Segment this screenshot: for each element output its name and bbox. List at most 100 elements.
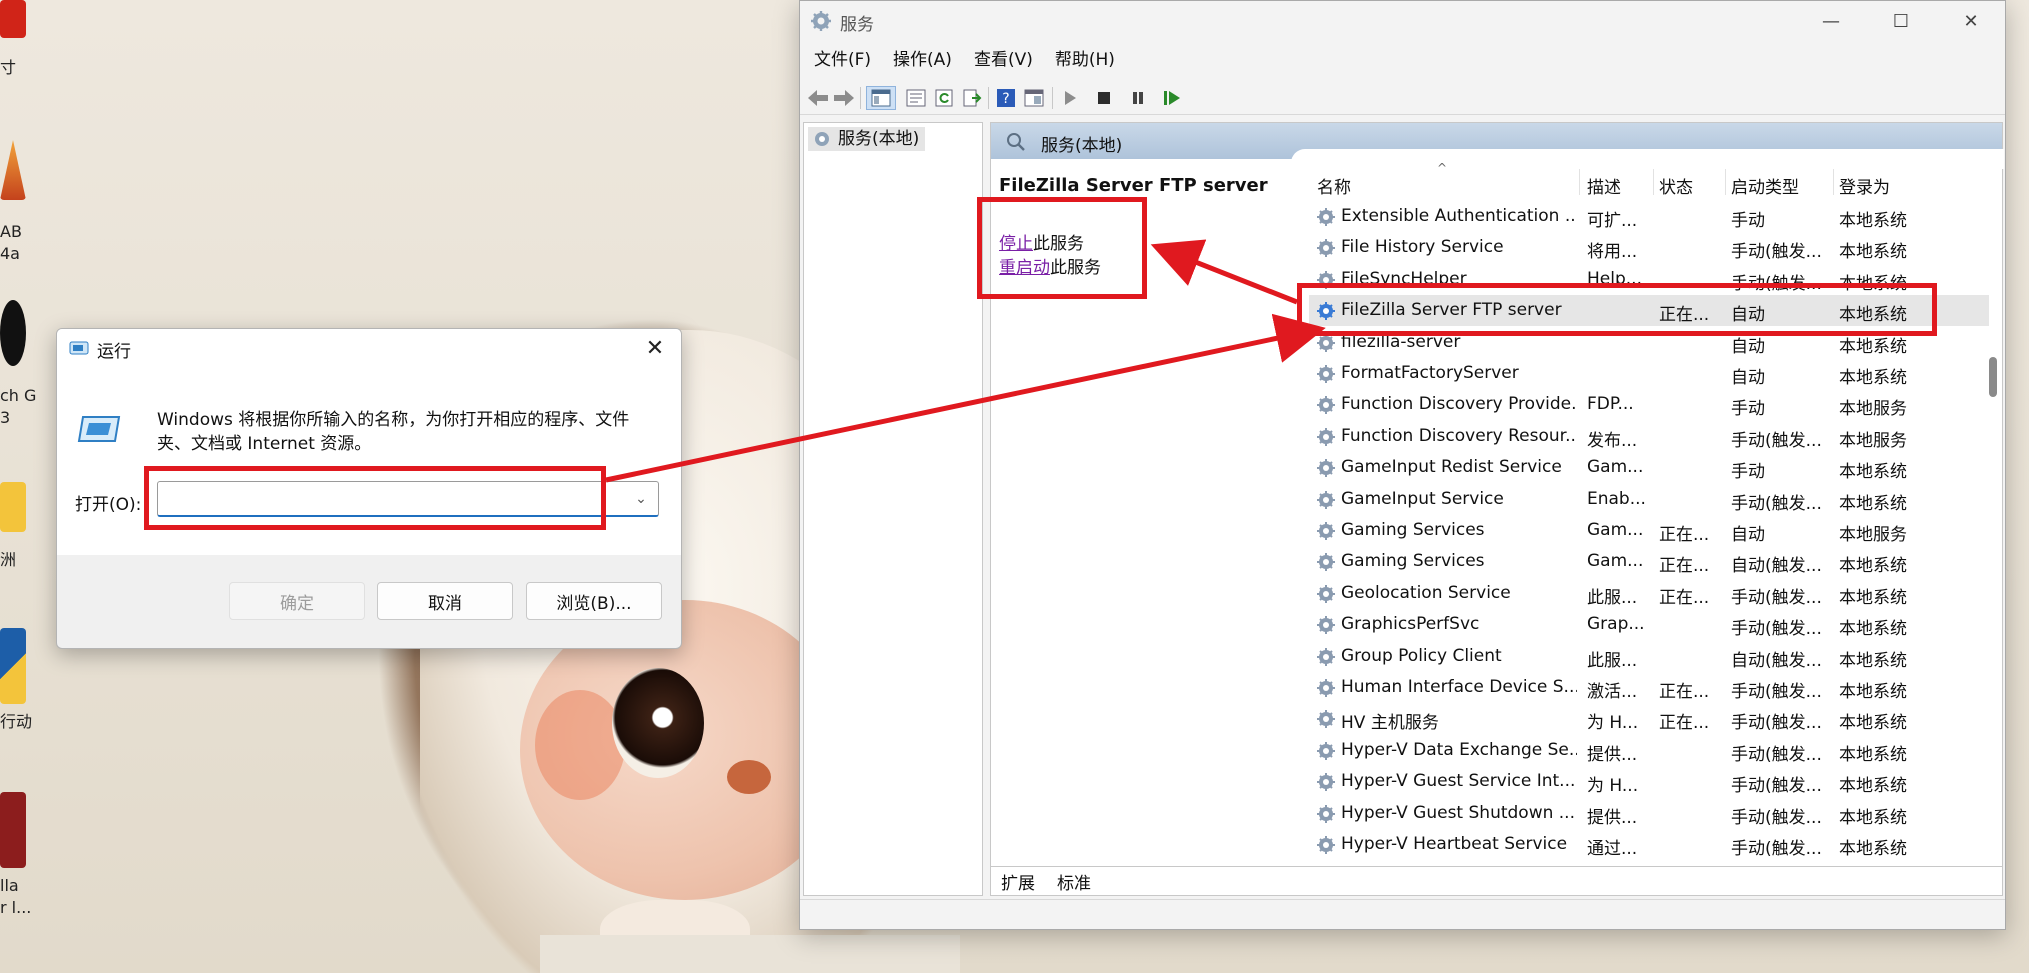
table-row[interactable]: GameInput Redist Service Gam... 手动 本地系统 — [1309, 452, 1989, 483]
forward-arrow-icon[interactable] — [832, 86, 856, 110]
browse-button[interactable]: 浏览(B)... — [526, 582, 662, 620]
table-row[interactable]: Extensible Authentication ... 可扩... 手动 本地系统 — [1309, 201, 1989, 232]
menu-view[interactable]: 查看(V) — [974, 45, 1033, 75]
table-row[interactable]: GameInput Service Enab... 手动(触发... 本地系统 — [1309, 484, 1989, 515]
table-row[interactable]: FormatFactoryServer 自动 本地系统 — [1309, 358, 1989, 389]
table-row[interactable]: File History Service 将用... 手动(触发... 本地系统 — [1309, 232, 1989, 263]
service-gear-icon — [1317, 553, 1335, 571]
services-titlebar[interactable]: 服务 — ☐ ✕ — [800, 1, 2005, 41]
console-tree-pane: 服务(本地) — [803, 122, 983, 896]
folder-icon[interactable] — [0, 482, 26, 532]
table-row[interactable]: Human Interface Device S... 激活... 正在... 手动(… — [1309, 672, 1989, 703]
table-row[interactable]: filezilla-server 自动 本地系统 — [1309, 327, 1989, 358]
stop-service-icon[interactable] — [1092, 86, 1116, 110]
table-row[interactable]: Function Discovery Resour... 发布... 手动(触发..… — [1309, 421, 1989, 452]
service-gear-icon — [1317, 334, 1335, 352]
restart-service-icon[interactable] — [1160, 86, 1184, 110]
scrollbar-thumb[interactable] — [1989, 357, 1997, 397]
service-gear-icon — [1317, 428, 1335, 446]
tree-item-services-local[interactable]: 服务(本地) — [808, 127, 926, 151]
run-command-input[interactable] — [157, 481, 659, 517]
service-startup-type: 自动 — [1731, 368, 1765, 388]
restart-service-link[interactable]: 重启动 — [999, 258, 1050, 278]
service-name: Geolocation Service — [1341, 583, 1511, 603]
table-row[interactable]: Hyper-V Guest Service Int... 为 H... 手动(触发.… — [1309, 766, 1989, 797]
table-row[interactable]: GraphicsPerfSvc Grap... 手动(触发... 本地系统 — [1309, 609, 1989, 640]
service-logon-as: 本地系统 — [1839, 211, 1907, 231]
tab-standard[interactable]: 标准 — [1057, 869, 1091, 894]
menu-help[interactable]: 帮助(H) — [1055, 45, 1115, 75]
table-row[interactable]: FileZilla Server FTP server 正在... 自动 本地系统 — [1309, 295, 1989, 326]
tab-extended[interactable]: 扩展 — [1001, 869, 1035, 894]
selected-service-name: FileZilla Server FTP server — [999, 175, 1268, 196]
desktop-icon-label: lla — [0, 876, 19, 895]
service-name: GameInput Redist Service — [1341, 457, 1562, 477]
start-service-icon[interactable] — [1058, 86, 1082, 110]
desktop-app-icon[interactable] — [0, 0, 26, 38]
column-header-description[interactable]: 描述 — [1587, 173, 1621, 198]
column-separator[interactable] — [1833, 169, 1834, 195]
table-row[interactable]: HV 主机服务 为 H... 正在... 手动(触发... 本地系统 — [1309, 703, 1989, 734]
run-dialog-content: 运行 ✕ Windows 将根据你所输入的名称，为你打开相应的程序、文件 夹、文… — [57, 329, 681, 555]
column-separator[interactable] — [1653, 169, 1654, 195]
export-list-icon[interactable] — [960, 86, 984, 110]
column-header-status[interactable]: 状态 — [1659, 173, 1693, 198]
service-logon-as: 本地系统 — [1839, 368, 1907, 388]
service-name: GraphicsPerfSvc — [1341, 614, 1480, 634]
service-name: Function Discovery Resour... — [1341, 426, 1577, 446]
column-header-logon-as[interactable]: 登录为 — [1839, 173, 1890, 198]
table-row[interactable]: Geolocation Service 此服... 正在... 手动(触发... 本地系… — [1309, 578, 1989, 609]
wallpaper-ledge — [540, 935, 960, 973]
column-header-name[interactable]: 名称 — [1317, 173, 1351, 198]
properties-sheet-icon[interactable] — [904, 86, 928, 110]
close-button[interactable]: ✕ — [1936, 1, 2006, 41]
table-row[interactable]: Hyper-V Heartbeat Service 通过... 手动(触发... 本地… — [1309, 829, 1989, 857]
menu-file[interactable]: 文件(F) — [814, 45, 871, 75]
vertical-scrollbar[interactable] — [1982, 167, 2002, 857]
service-description: 提供... — [1587, 808, 1638, 828]
help-icon[interactable]: ? — [994, 86, 1018, 110]
service-description: 为 H... — [1587, 776, 1639, 796]
refresh-icon[interactable] — [932, 86, 956, 110]
service-logon-as: 本地系统 — [1839, 808, 1907, 828]
minimize-button[interactable]: — — [1796, 1, 1866, 41]
desktop-app-icon[interactable] — [0, 300, 26, 366]
pause-service-icon[interactable] — [1126, 86, 1150, 110]
console-tree-icon[interactable] — [866, 86, 896, 110]
close-button[interactable]: ✕ — [637, 333, 673, 363]
window-title: 服务 — [840, 15, 874, 35]
service-description: 此服... — [1587, 588, 1638, 608]
maximize-button[interactable]: ☐ — [1866, 1, 1936, 41]
service-logon-as: 本地系统 — [1839, 462, 1907, 482]
service-startup-type: 手动(触发... — [1731, 242, 1822, 262]
desktop-app-icon[interactable] — [0, 628, 26, 704]
ok-button[interactable]: 确定 — [229, 582, 365, 620]
show-hide-icon[interactable] — [1022, 86, 1046, 110]
table-row[interactable]: Hyper-V Guest Shutdown ... 提供... 手动(触发... 本… — [1309, 798, 1989, 829]
desktop-icon-label: 寸 — [0, 58, 17, 77]
column-separator[interactable] — [1579, 169, 1580, 195]
column-separator[interactable] — [1725, 169, 1726, 195]
service-gear-icon — [1317, 710, 1335, 728]
service-description: 此服... — [1587, 651, 1638, 671]
service-startup-type: 手动 — [1731, 462, 1765, 482]
column-header-startup-type[interactable]: 启动类型 — [1731, 173, 1799, 198]
cancel-button[interactable]: 取消 — [377, 582, 513, 620]
toolbar-separator — [1052, 87, 1053, 109]
table-row[interactable]: FileSyncHelper Help... 手动(触发... 本地系统 — [1309, 264, 1989, 295]
matlab-icon[interactable] — [0, 140, 26, 200]
table-header: ^ 名称 描述 状态 启动类型 登录为 — [1309, 161, 1989, 198]
menu-action[interactable]: 操作(A) — [893, 45, 952, 75]
stop-service-action: 停止此服务 — [999, 229, 1084, 254]
service-logon-as: 本地系统 — [1839, 274, 1907, 294]
table-row[interactable]: Group Policy Client 此服... 自动(触发... 本地系统 — [1309, 641, 1989, 672]
service-name: Group Policy Client — [1341, 646, 1502, 666]
chevron-down-icon[interactable]: ⌄ — [629, 489, 653, 509]
filezilla-icon[interactable] — [0, 792, 26, 868]
table-row[interactable]: Gaming Services Gam... 正在... 自动(触发... 本地系统 — [1309, 546, 1989, 577]
back-arrow-icon[interactable] — [806, 86, 830, 110]
table-row[interactable]: Gaming Services Gam... 正在... 自动 本地服务 — [1309, 515, 1989, 546]
table-row[interactable]: Hyper-V Data Exchange Se... 提供... 手动(触发...… — [1309, 735, 1989, 766]
table-row[interactable]: Function Discovery Provide... FDP... 手动 本地服… — [1309, 389, 1989, 420]
stop-service-link[interactable]: 停止 — [999, 234, 1033, 254]
